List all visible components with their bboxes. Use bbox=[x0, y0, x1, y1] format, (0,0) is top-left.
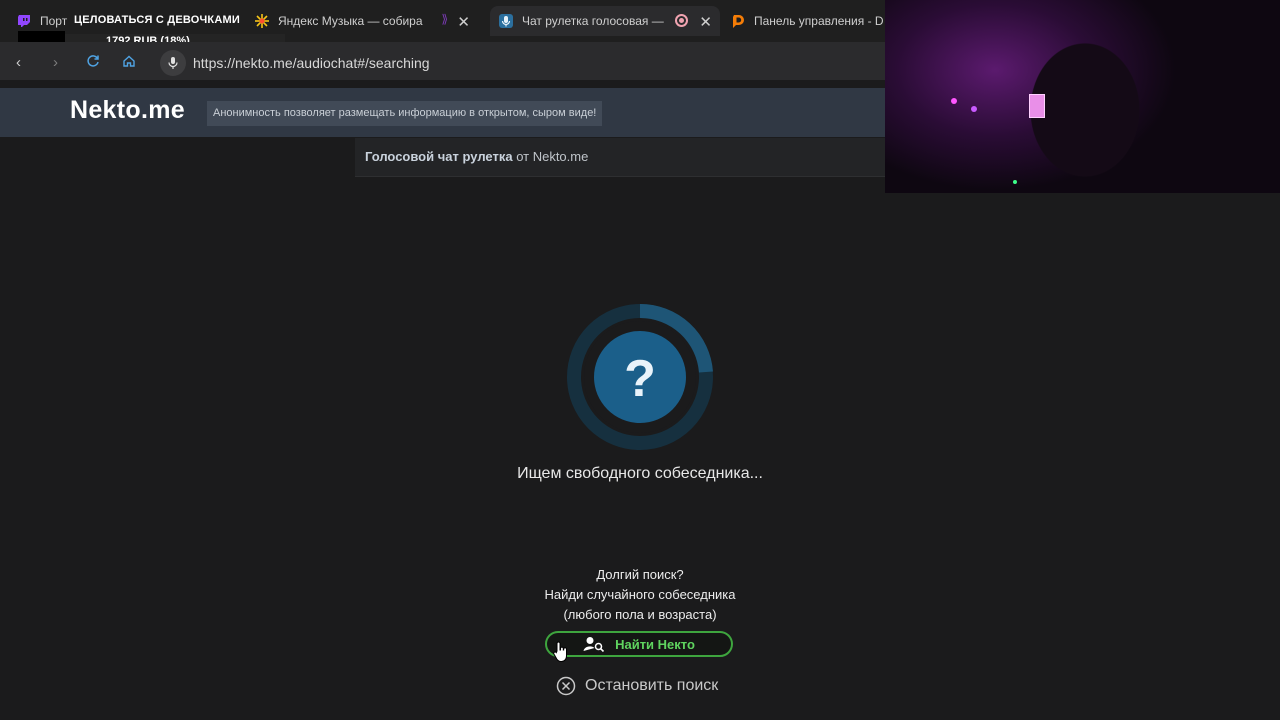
back-icon[interactable]: ‹ bbox=[16, 54, 21, 71]
yandex-music-icon bbox=[254, 13, 270, 29]
tab-title: Яндекс Музыка — собира bbox=[278, 14, 423, 28]
user-search-icon bbox=[583, 637, 605, 652]
donationalerts-icon bbox=[730, 13, 746, 29]
search-status: Ищем свободного собеседника... bbox=[517, 465, 763, 482]
long-search-note: (любого пола и возраста) bbox=[563, 607, 717, 622]
webcam-overlay bbox=[885, 0, 1280, 193]
site-slogan: Анонимность позволяет размещать информац… bbox=[207, 101, 603, 126]
stop-circle-x-icon bbox=[556, 676, 576, 696]
tab-yandex-music[interactable]: Яндекс Музыка — собира ⟫ ✕ bbox=[254, 6, 478, 36]
close-tab-icon[interactable]: ✕ bbox=[457, 13, 470, 31]
recording-icon bbox=[675, 14, 688, 27]
chat-subtitle-strong: Голосовой чат рулетка bbox=[365, 149, 513, 164]
tab-donationalerts[interactable]: Панель управления - D bbox=[730, 6, 885, 36]
webcam-light bbox=[971, 106, 977, 112]
long-search-title: Долгий поиск? bbox=[596, 567, 684, 582]
chat-subtitle-bar: Голосовой чат рулетка от Nekto.me bbox=[355, 138, 885, 177]
find-anyone-label: Найти Некто bbox=[615, 636, 695, 652]
microphone-icon bbox=[498, 13, 514, 29]
site-logo[interactable]: Nekto.me bbox=[70, 96, 185, 125]
long-search-hint: Найди случайного собеседника bbox=[544, 587, 736, 602]
tab-title: Порт bbox=[40, 14, 68, 28]
url-field[interactable]: https://nekto.me/audiochat#/searching bbox=[193, 55, 430, 71]
hand-cursor-icon bbox=[553, 641, 567, 662]
find-anyone-button[interactable]: Найти Некто bbox=[545, 631, 733, 657]
tab-title: Панель управления - D bbox=[754, 14, 884, 28]
tab-title: Чат рулетка голосовая — bbox=[522, 14, 664, 28]
webcam-monitor bbox=[1029, 94, 1045, 118]
stop-search-label: Остановить поиск bbox=[585, 677, 719, 694]
close-tab-icon[interactable]: ✕ bbox=[699, 13, 712, 31]
twitch-icon bbox=[16, 13, 32, 29]
home-icon[interactable] bbox=[122, 54, 136, 72]
webcam-light bbox=[1013, 180, 1017, 184]
forward-icon[interactable]: › bbox=[53, 54, 58, 71]
reload-icon[interactable] bbox=[86, 54, 100, 72]
search-spinner: ? bbox=[567, 303, 713, 450]
webcam-light bbox=[951, 98, 957, 104]
tab-nekto-audiochat[interactable]: Чат рулетка голосовая — ✕ bbox=[490, 6, 720, 36]
chat-subtitle: Голосовой чат рулетка от Nekto.me bbox=[365, 149, 588, 164]
stop-search-button[interactable]: Остановить поиск bbox=[556, 676, 718, 696]
chat-subtitle-rest: от Nekto.me bbox=[512, 149, 589, 164]
media-cast-icon: ⟫ bbox=[441, 12, 448, 26]
question-mark-icon: ? bbox=[624, 350, 656, 408]
site-permissions-icon[interactable] bbox=[160, 50, 186, 76]
stream-title-overlay: ЦЕЛОВАТЬСЯ С ДЕВОЧКАМИ bbox=[74, 14, 240, 26]
